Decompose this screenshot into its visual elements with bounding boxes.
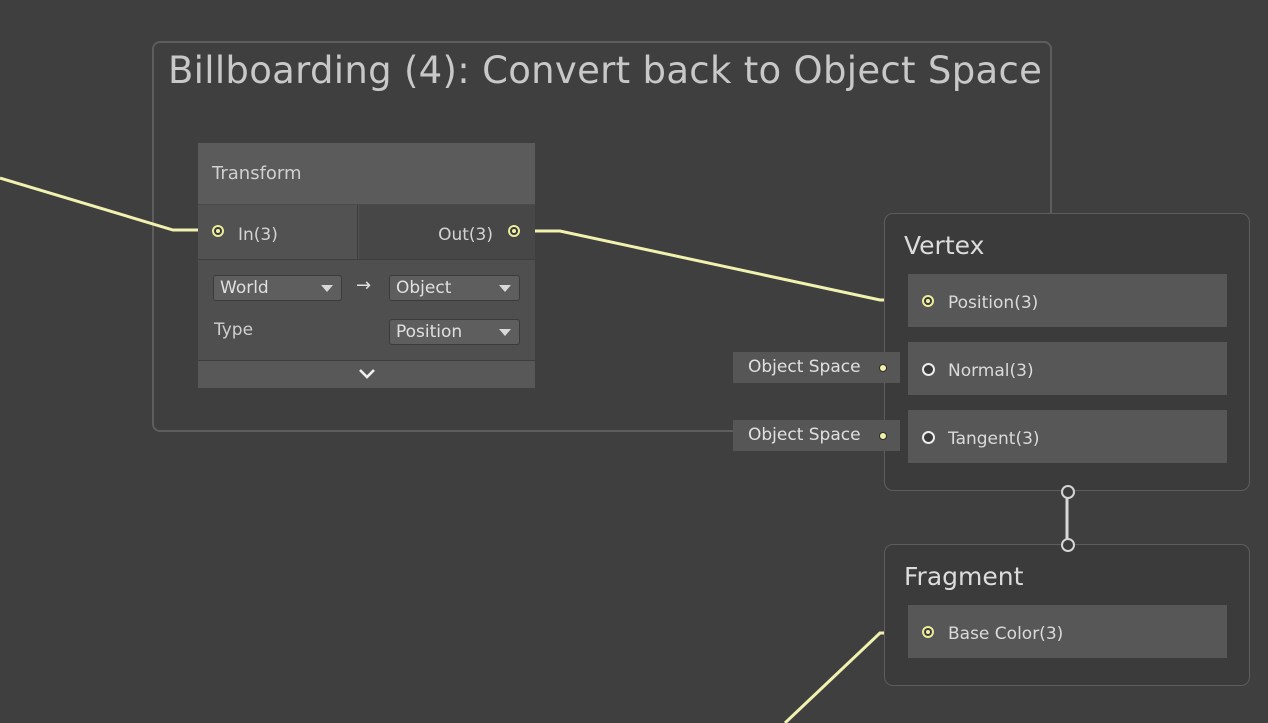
wire-to-transform-in[interactable]	[0, 176, 210, 232]
block-label: Tangent(3)	[948, 429, 1040, 449]
arrow-right-icon: →	[356, 275, 372, 296]
port-empty-icon[interactable]	[922, 431, 935, 444]
type-label: Type	[214, 320, 254, 340]
dropdown-arrow-icon	[499, 285, 511, 292]
chip-port-dot-icon	[879, 364, 887, 372]
vertex-context[interactable]: Vertex Position(3) Normal(3) Tangent(3)	[884, 213, 1250, 491]
type-dropdown[interactable]: Position	[389, 319, 520, 345]
output-port-out[interactable]: Out(3)	[359, 205, 535, 259]
to-space-value: Object	[396, 278, 452, 298]
output-port-dot-icon[interactable]	[508, 225, 520, 237]
node-title: Transform	[212, 163, 302, 184]
dropdown-arrow-icon	[321, 285, 333, 292]
input-port-dot-icon[interactable]	[212, 225, 224, 237]
to-space-dropdown[interactable]: Object	[389, 275, 520, 301]
block-base-color[interactable]: Base Color(3)	[908, 605, 1227, 658]
block-normal[interactable]: Normal(3)	[908, 342, 1227, 395]
block-tangent[interactable]: Tangent(3)	[908, 410, 1227, 463]
port-connected-icon[interactable]	[922, 626, 934, 638]
port-connected-icon[interactable]	[922, 295, 934, 307]
port-empty-icon[interactable]	[922, 363, 935, 376]
chip-label: Object Space	[748, 357, 861, 377]
wire-out-to-position[interactable]	[520, 229, 918, 302]
block-label: Normal(3)	[948, 361, 1034, 381]
from-space-value: World	[220, 278, 269, 298]
block-label: Position(3)	[948, 293, 1039, 313]
normal-default-space[interactable]: Object Space	[733, 352, 900, 383]
type-value: Position	[396, 322, 463, 342]
fragment-title: Fragment	[904, 562, 1024, 591]
block-label: Base Color(3)	[948, 624, 1064, 644]
chevron-down-icon[interactable]	[357, 364, 377, 384]
node-header[interactable]: Transform	[198, 143, 535, 205]
block-position[interactable]: Position(3)	[908, 274, 1227, 327]
fragment-flow-in-icon[interactable]	[1061, 538, 1075, 552]
vertex-title: Vertex	[904, 231, 985, 260]
node-controls: World → Object Type Position	[198, 259, 535, 360]
collapse-toggle[interactable]	[198, 360, 535, 388]
transform-node[interactable]: Transform In(3) Out(3) World → Object Ty…	[198, 143, 535, 388]
vertex-flow-out-icon[interactable]	[1061, 485, 1075, 499]
chip-port-dot-icon	[879, 432, 887, 440]
fragment-context[interactable]: Fragment Base Color(3)	[884, 544, 1250, 686]
tangent-default-space[interactable]: Object Space	[733, 420, 900, 451]
input-port-label: In(3)	[238, 225, 278, 245]
input-port-in[interactable]: In(3)	[198, 205, 358, 259]
output-port-label: Out(3)	[438, 225, 493, 245]
chip-label: Object Space	[748, 425, 861, 445]
dropdown-arrow-icon	[499, 329, 511, 336]
from-space-dropdown[interactable]: World	[213, 275, 342, 301]
